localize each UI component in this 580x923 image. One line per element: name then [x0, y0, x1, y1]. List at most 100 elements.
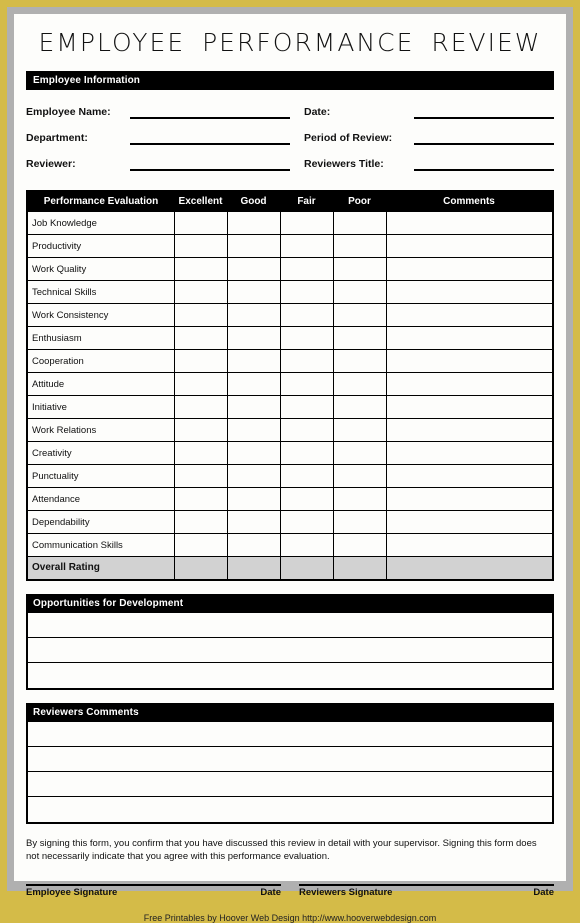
rating-cell-good[interactable] — [226, 533, 281, 557]
table-row: Dependability — [26, 510, 554, 534]
rating-cell-good[interactable] — [226, 234, 281, 258]
rating-cell-poor[interactable] — [332, 464, 387, 488]
reviewers-comments-line[interactable] — [28, 722, 552, 747]
rating-cell-excellent[interactable] — [173, 211, 228, 235]
rating-cell-good[interactable] — [226, 395, 281, 419]
reviewers-title-input[interactable] — [414, 160, 554, 171]
rating-cell-fair[interactable] — [279, 234, 334, 258]
rating-cell-fair[interactable] — [279, 487, 334, 511]
reviewer-signature-line[interactable] — [299, 884, 554, 887]
overall-rating-row: Overall Rating — [26, 556, 554, 580]
field-label: Period of Review: — [304, 132, 393, 144]
period-of-review-input[interactable] — [414, 134, 554, 145]
rating-cell-fair[interactable] — [279, 303, 334, 327]
rating-cell-good[interactable] — [226, 303, 281, 327]
comments-cell[interactable] — [385, 418, 554, 442]
rating-cell-good[interactable] — [226, 464, 281, 488]
reviewer-input[interactable] — [130, 160, 290, 171]
opportunities-line[interactable] — [28, 638, 552, 663]
rating-cell-good[interactable] — [226, 372, 281, 396]
rating-cell-poor[interactable] — [332, 510, 387, 534]
rating-cell-poor[interactable] — [332, 487, 387, 511]
rating-cell-excellent[interactable] — [173, 234, 228, 258]
rating-cell-excellent[interactable] — [173, 441, 228, 465]
rating-cell-excellent[interactable] — [173, 326, 228, 350]
comments-cell[interactable] — [385, 533, 554, 557]
reviewers-comments-line[interactable] — [28, 772, 552, 797]
comments-cell[interactable] — [385, 441, 554, 465]
rating-cell-excellent[interactable] — [173, 487, 228, 511]
reviewers-comments-line[interactable] — [28, 747, 552, 772]
overall-rating-cell-good[interactable] — [226, 556, 281, 580]
comments-cell[interactable] — [385, 372, 554, 396]
rating-cell-poor[interactable] — [332, 211, 387, 235]
rating-cell-fair[interactable] — [279, 418, 334, 442]
rating-cell-good[interactable] — [226, 257, 281, 281]
opportunities-line[interactable] — [28, 663, 552, 688]
rating-cell-fair[interactable] — [279, 257, 334, 281]
rating-cell-good[interactable] — [226, 510, 281, 534]
rating-cell-poor[interactable] — [332, 257, 387, 281]
rating-cell-poor[interactable] — [332, 349, 387, 373]
rating-cell-fair[interactable] — [279, 372, 334, 396]
rating-cell-poor[interactable] — [332, 280, 387, 304]
comments-cell[interactable] — [385, 257, 554, 281]
employee-signature-line[interactable] — [26, 884, 281, 887]
comments-cell[interactable] — [385, 464, 554, 488]
rating-cell-good[interactable] — [226, 280, 281, 304]
employee-name-input[interactable] — [130, 108, 290, 119]
rating-cell-excellent[interactable] — [173, 303, 228, 327]
rating-cell-poor[interactable] — [332, 395, 387, 419]
rating-cell-fair[interactable] — [279, 326, 334, 350]
comments-cell[interactable] — [385, 211, 554, 235]
rating-cell-excellent[interactable] — [173, 395, 228, 419]
reviewers-comments-line[interactable] — [28, 797, 552, 822]
rating-cell-fair[interactable] — [279, 280, 334, 304]
overall-rating-comments-cell[interactable] — [385, 556, 554, 580]
rating-cell-excellent[interactable] — [173, 533, 228, 557]
date-input[interactable] — [414, 108, 554, 119]
rating-cell-good[interactable] — [226, 349, 281, 373]
rating-cell-excellent[interactable] — [173, 280, 228, 304]
comments-cell[interactable] — [385, 510, 554, 534]
rating-cell-fair[interactable] — [279, 349, 334, 373]
rating-cell-fair[interactable] — [279, 211, 334, 235]
rating-cell-excellent[interactable] — [173, 510, 228, 534]
rating-cell-excellent[interactable] — [173, 418, 228, 442]
rating-cell-excellent[interactable] — [173, 464, 228, 488]
rating-cell-poor[interactable] — [332, 372, 387, 396]
rating-cell-poor[interactable] — [332, 326, 387, 350]
comments-cell[interactable] — [385, 326, 554, 350]
column-header-excellent: Excellent — [174, 191, 227, 212]
comments-cell[interactable] — [385, 395, 554, 419]
rating-cell-poor[interactable] — [332, 234, 387, 258]
rating-cell-fair[interactable] — [279, 441, 334, 465]
comments-cell[interactable] — [385, 303, 554, 327]
department-input[interactable] — [130, 134, 290, 145]
rating-cell-poor[interactable] — [332, 418, 387, 442]
comments-cell[interactable] — [385, 234, 554, 258]
rating-cell-poor[interactable] — [332, 303, 387, 327]
rating-cell-good[interactable] — [226, 441, 281, 465]
opportunities-line[interactable] — [28, 613, 552, 638]
overall-rating-cell-poor[interactable] — [332, 556, 387, 580]
rating-cell-excellent[interactable] — [173, 372, 228, 396]
rating-cell-poor[interactable] — [332, 441, 387, 465]
reviewer-signature-date-label: Date — [533, 887, 554, 899]
rating-cell-good[interactable] — [226, 418, 281, 442]
rating-cell-fair[interactable] — [279, 510, 334, 534]
rating-cell-good[interactable] — [226, 211, 281, 235]
rating-cell-good[interactable] — [226, 487, 281, 511]
rating-cell-poor[interactable] — [332, 533, 387, 557]
overall-rating-cell-fair[interactable] — [279, 556, 334, 580]
rating-cell-fair[interactable] — [279, 464, 334, 488]
rating-cell-fair[interactable] — [279, 395, 334, 419]
comments-cell[interactable] — [385, 349, 554, 373]
comments-cell[interactable] — [385, 487, 554, 511]
overall-rating-cell-excellent[interactable] — [173, 556, 228, 580]
rating-cell-good[interactable] — [226, 326, 281, 350]
rating-cell-excellent[interactable] — [173, 349, 228, 373]
rating-cell-fair[interactable] — [279, 533, 334, 557]
rating-cell-excellent[interactable] — [173, 257, 228, 281]
comments-cell[interactable] — [385, 280, 554, 304]
